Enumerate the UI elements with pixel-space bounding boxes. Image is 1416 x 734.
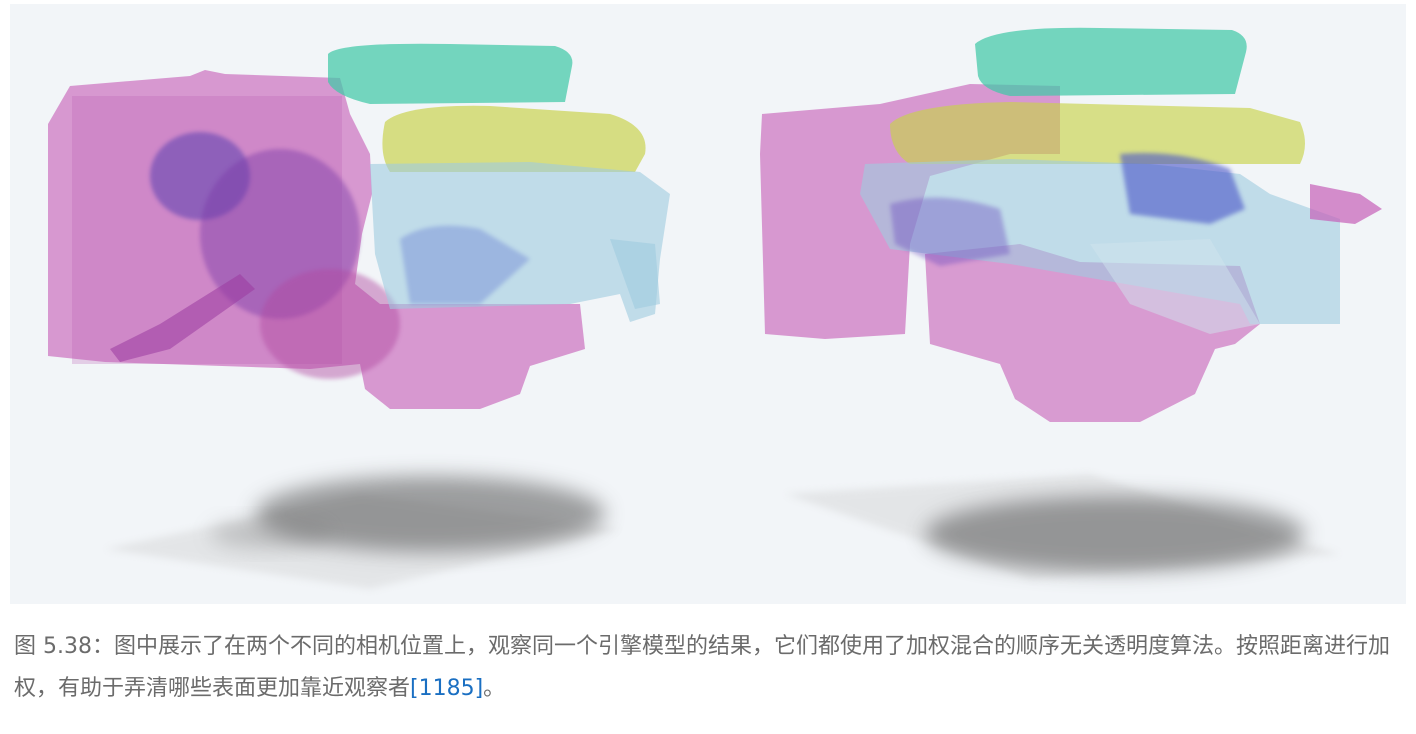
engine-right-intake bbox=[975, 27, 1247, 96]
engine-right bbox=[760, 27, 1382, 579]
caption-end: 。 bbox=[483, 676, 506, 701]
caption-text: 图中展示了在两个不同的相机位置上，观察同一个引擎模型的结果，它们都使用了加权混合… bbox=[14, 634, 1391, 701]
caption-separator: ： bbox=[91, 634, 114, 659]
figure-caption: 图 5.38：图中展示了在两个不同的相机位置上，观察同一个引擎模型的结果，它们都… bbox=[14, 626, 1406, 710]
citation-link[interactable]: [1185] bbox=[410, 676, 483, 701]
figure-image bbox=[10, 4, 1406, 604]
engine-left bbox=[48, 43, 670, 589]
engine-right-shadow bbox=[785, 474, 1340, 579]
caption-label: 图 5.38 bbox=[14, 634, 92, 659]
engine-left-intake bbox=[328, 43, 573, 104]
engine-left-shadow bbox=[105, 476, 620, 589]
